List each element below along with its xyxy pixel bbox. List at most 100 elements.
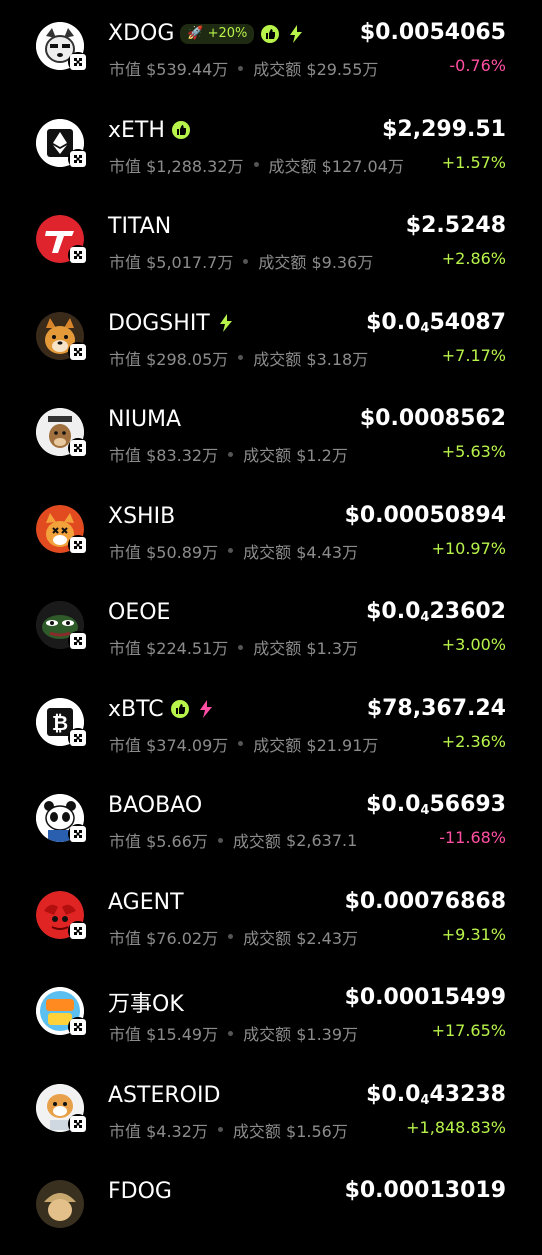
volume-value: $1.2万: [296, 446, 348, 465]
volume-value: $127.04万: [321, 156, 404, 176]
volume-value: $1.3万: [306, 639, 359, 658]
token-price: $0.0054065: [359, 20, 506, 45]
token-row[interactable]: XDOG 🚀 +20% 市值 $539.44万 成交额 $29.55万 $0.00…: [0, 0, 542, 97]
lightning-pink-icon: [199, 700, 212, 718]
volume-label: 成交额: [232, 1121, 281, 1141]
separator-dot: [228, 451, 234, 457]
market-cap-label: 市值: [109, 349, 142, 369]
token-name: FDOG: [108, 1179, 172, 1204]
market-cap-value: $15.49万: [146, 1025, 219, 1044]
market-cap-label: 市值: [109, 542, 142, 562]
price-change: +1,848.83%: [406, 1117, 506, 1137]
chain-badge-icon: [68, 148, 88, 169]
token-row[interactable]: BAOBAO 市值 $5.66万 成交额 $2,637.1 $0.0456693…: [0, 772, 542, 869]
market-cap-label: 市值: [109, 639, 142, 658]
volume-label: 成交额: [232, 832, 281, 851]
price-change: +9.31%: [441, 924, 506, 944]
token-name: XSHIB: [108, 503, 176, 529]
token-row[interactable]: 万事OK 市值 $15.49万 成交额 $1.39万 $0.00015499 +…: [0, 965, 542, 1062]
token-price: $0.00015499: [344, 985, 506, 1010]
volume-label: 成交额: [253, 639, 302, 658]
market-cap-value: $539.44万: [146, 60, 229, 79]
market-cap-label: 市值: [109, 1121, 142, 1141]
separator-dot: [238, 644, 244, 650]
market-cap-label: 市值: [109, 446, 142, 465]
price-change: +2.86%: [441, 249, 506, 268]
market-cap-value: $224.51万: [146, 639, 229, 658]
token-name: ASTEROID: [108, 1082, 221, 1108]
market-cap-label: 市值: [109, 928, 142, 948]
token-name: BAOBAO: [108, 793, 203, 818]
token-price: $0.0423602: [366, 599, 506, 625]
token-name: XDOG: [108, 21, 175, 46]
price-change: +10.97%: [431, 538, 506, 558]
chain-badge-icon: [68, 1113, 88, 1134]
token-row[interactable]: XSHIB 市值 $50.89万 成交额 $4.43万 $0.00050894 …: [0, 483, 542, 580]
volume-value: $1.56万: [286, 1121, 348, 1141]
svg-text:₿: ₿: [52, 711, 68, 735]
token-row[interactable]: xETH 市值 $1,288.32万 成交额 $127.04万 $2,299.5…: [0, 97, 542, 194]
price-change: +7.17%: [441, 345, 506, 365]
token-price: $0.00076868: [344, 888, 506, 914]
market-cap-value: $83.32万: [146, 446, 219, 465]
volume-label: 成交额: [268, 156, 317, 176]
market-cap-value: $374.09万: [146, 735, 229, 755]
chain-badge-icon: [68, 245, 88, 265]
token-price: $0.00050894: [344, 502, 506, 528]
token-name: xBTC: [108, 696, 164, 722]
lightning-icon: [219, 314, 232, 332]
chain-badge-icon: [68, 534, 88, 555]
chain-badge-icon: [68, 438, 88, 458]
token-row[interactable]: AGENT 市值 $76.02万 成交额 $2.43万 $0.00076868 …: [0, 869, 542, 966]
market-cap-label: 市值: [109, 735, 142, 755]
boost-badge: 🚀 +20%: [180, 23, 255, 44]
volume-label: 成交额: [243, 928, 292, 948]
chain-badge-icon: [68, 631, 88, 651]
token-row[interactable]: TITAN 市值 $5,017.7万 成交额 $9.36万 $2.5248 +2…: [0, 193, 542, 290]
token-avatar-fdog: [36, 1180, 84, 1228]
separator-dot: [253, 162, 259, 167]
token-name: DOGSHIT: [108, 310, 210, 336]
token-name: 万事OK: [108, 992, 184, 1017]
separator-dot: [228, 548, 234, 553]
market-cap-value: $50.89万: [146, 542, 219, 562]
token-price: $78,367.24: [366, 695, 506, 721]
chain-badge-icon: [68, 1017, 88, 1037]
token-name: NIUMA: [108, 407, 182, 432]
separator-dot: [217, 837, 223, 843]
volume-value: $29.55万: [306, 60, 379, 79]
token-row[interactable]: OEOE 市值 $224.51万 成交额 $1.3万 $0.0423602 +3…: [0, 579, 542, 676]
volume-value: $1.39万: [296, 1025, 359, 1044]
token-row[interactable]: DOGSHIT 市值 $298.05万 成交额 $3.18万 $0.045408…: [0, 290, 542, 387]
volume-label: 成交额: [253, 735, 302, 755]
separator-dot: [243, 258, 249, 264]
token-row[interactable]: ASTEROID 市值 $4.32万 成交额 $1.56万 $0.0443238…: [0, 1062, 542, 1159]
volume-label: 成交额: [243, 446, 292, 465]
price-change: +3.00%: [441, 635, 506, 654]
thumb-icon: [171, 121, 190, 139]
market-cap-value: $1,288.32万: [146, 156, 244, 176]
separator-dot: [238, 65, 244, 71]
separator-dot: [238, 741, 244, 746]
volume-value: $2.43万: [296, 928, 359, 948]
token-price: $0.0454087: [366, 309, 506, 336]
price-change: -11.68%: [439, 828, 506, 847]
volume-label: 成交额: [243, 542, 292, 562]
token-row[interactable]: NIUMA 市值 $83.32万 成交额 $1.2万 $0.0008562 +5…: [0, 386, 542, 483]
market-cap-label: 市值: [109, 1025, 142, 1044]
volume-label: 成交额: [258, 253, 307, 272]
token-row[interactable]: FDOG $0.00013019: [0, 1158, 542, 1255]
volume-value: $21.91万: [306, 735, 379, 755]
token-row[interactable]: ₿ xBTC 市值 $374.09万 成交额 $21.91万 $78,367.2…: [0, 676, 542, 773]
token-name: OEOE: [108, 600, 171, 625]
market-cap-label: 市值: [109, 832, 142, 851]
thumb-icon: [261, 24, 280, 43]
market-cap-value: $5,017.7万: [146, 253, 234, 272]
volume-value: $3.18万: [306, 349, 369, 369]
token-name: xETH: [108, 117, 165, 143]
price-change: +1.57%: [441, 152, 506, 172]
market-cap-value: $4.32万: [146, 1121, 208, 1141]
token-list: XDOG 🚀 +20% 市值 $539.44万 成交额 $29.55万 $0.00…: [0, 0, 542, 1228]
market-cap-label: 市值: [109, 156, 142, 176]
price-change: +5.63%: [441, 442, 506, 461]
